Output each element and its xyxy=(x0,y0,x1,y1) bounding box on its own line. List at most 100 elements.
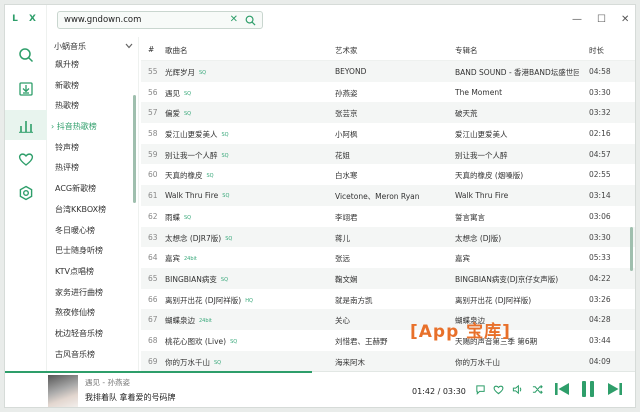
category-scrollbar[interactable] xyxy=(133,95,136,203)
playback-progress[interactable] xyxy=(5,371,313,373)
song-artist: 张远 xyxy=(335,253,447,264)
next-button[interactable] xyxy=(607,382,623,398)
song-number-text: 66 xyxy=(148,294,158,304)
song-duration-text: 03:26 xyxy=(589,294,611,304)
table-row[interactable]: 65 BINGBIAN病变 SQ 鞠文娴 BINGBIAN病变(DJ京仔女声版) 04:2… xyxy=(141,267,635,289)
song-artist: 白水寒 xyxy=(335,170,447,181)
table-row[interactable]: 69 你的万水千山 SQ 海来阿木 你的万水千山 04:09 xyxy=(141,350,635,371)
previous-button[interactable] xyxy=(554,382,570,398)
song-title: 离别开出花 (DJ阿祥版) HQ xyxy=(165,295,325,306)
song-duration: 03:32 xyxy=(589,108,611,117)
song-duration: 03:26 xyxy=(589,295,611,304)
category-item[interactable]: 巴士随身听榜 xyxy=(47,241,138,262)
song-album: 嘉宾 xyxy=(455,253,579,264)
col-time[interactable]: 时长 xyxy=(589,45,604,56)
song-duration: 03:30 xyxy=(589,233,611,242)
category-label: 飙升榜 xyxy=(55,60,79,69)
maximize-icon[interactable]: ☐ xyxy=(597,14,606,25)
song-title: 蝴蝶泉边 24bit xyxy=(165,315,325,326)
favorite-button[interactable] xyxy=(493,384,504,397)
song-number: 64 xyxy=(148,253,158,262)
category-item[interactable]: 古风音乐榜 xyxy=(47,345,138,366)
table-row[interactable]: 58 爱江山更爱美人 SQ 小阿枫 爱江山更爱美人 02:16 xyxy=(141,123,635,144)
song-title-text: Walk Thru Fire xyxy=(165,191,219,201)
nav-leaderboard[interactable] xyxy=(5,110,47,140)
pause-button[interactable] xyxy=(581,380,595,400)
table-scrollbar[interactable] xyxy=(630,227,633,271)
category-item[interactable]: 铃声榜 xyxy=(47,138,138,159)
album-cover[interactable] xyxy=(48,375,78,407)
table-row[interactable]: 63 太想念 (DJR7版) SQ 蒋儿 太想念 (DJ版) 03:30 xyxy=(141,226,635,248)
category-list: 飙升榜新歌榜 热歌榜 › 抖音热歌榜 铃声榜 热评榜 ACG新歌榜 台湾KKBOX榜 冬日暖心… xyxy=(47,55,138,365)
category-item[interactable]: 新歌榜 xyxy=(47,76,138,97)
col-no[interactable]: # xyxy=(148,45,154,54)
song-title: Walk Thru Fire SQ xyxy=(165,191,325,200)
song-number: 56 xyxy=(148,88,158,97)
shuffle-button[interactable] xyxy=(532,384,543,397)
table-row[interactable]: 62 雨蝶 SQ 李翊君 誓言寓言 03:06 xyxy=(141,206,635,227)
table-row[interactable]: 67 蝴蝶泉边 24bit 关心 蝴蝶泉边 04:28 xyxy=(141,309,635,330)
song-album-text: 天真的橡皮 (烟嗓版) xyxy=(455,171,524,181)
close-icon[interactable]: ✕ xyxy=(621,14,629,25)
table-row[interactable]: 57 偏爱 SQ 张芸京 破天荒 03:32 xyxy=(141,102,635,124)
table-row[interactable]: 66 离别开出花 (DJ阿祥版) HQ 就是南方凯 离别开出花 (DJ阿祥版) 03:26 xyxy=(141,289,635,310)
category-item[interactable]: 枕边轻音乐榜 xyxy=(47,324,138,345)
nav-settings[interactable] xyxy=(14,181,38,205)
category-item[interactable]: 熬夜修仙榜 xyxy=(47,303,138,324)
song-duration-text: 04:28 xyxy=(589,315,611,325)
table-row[interactable]: 68 桃花心图欢 (Live) SQ 刘惜君、王赫野 天赐的声音第三季 第6期 03:44 xyxy=(141,330,635,351)
song-duration: 04:09 xyxy=(589,357,611,366)
quality-badge: SQ xyxy=(221,152,229,159)
song-album-text: 太想念 (DJ版) xyxy=(455,233,502,243)
quality-badge: SQ xyxy=(184,90,192,97)
nav-download[interactable] xyxy=(14,77,38,101)
clear-icon[interactable]: ✕ xyxy=(230,14,238,25)
song-title-text: 天真的橡皮 xyxy=(165,171,203,181)
category-item[interactable]: KTV点唱榜 xyxy=(47,262,138,283)
left-rail: L X xyxy=(5,5,47,371)
category-item[interactable]: › 抖音热歌榜 xyxy=(47,117,138,138)
volume-button[interactable] xyxy=(512,384,523,397)
category-item[interactable]: 家务进行曲榜 xyxy=(47,283,138,304)
song-title-text: 遇见 xyxy=(165,88,180,98)
nav-search[interactable] xyxy=(14,43,38,67)
song-title: 遇见 SQ xyxy=(165,88,325,99)
song-artist-text: 刘惜君、王赫野 xyxy=(335,336,388,346)
table-row[interactable]: 59 别让我一个人醉 SQ 花姐 别让我一个人醉 04:57 xyxy=(141,143,635,165)
category-label: 枕边轻音乐榜 xyxy=(55,328,103,338)
category-item[interactable]: ACG新歌榜 xyxy=(47,179,138,200)
song-album-text: 别让我一个人醉 xyxy=(455,150,508,160)
song-album-text: 破天荒 xyxy=(455,109,478,119)
song-duration-text: 03:44 xyxy=(589,335,611,345)
search-submit-button[interactable] xyxy=(245,15,256,28)
next-icon xyxy=(608,383,622,395)
category-item[interactable]: 热评榜 xyxy=(47,158,138,179)
col-title[interactable]: 歌曲名 xyxy=(165,45,188,56)
table-row[interactable]: 61 Walk Thru Fire SQ Vicetone、Meron Ryan Wal… xyxy=(141,185,635,206)
quality-badge: SQ xyxy=(222,193,230,200)
search-input[interactable]: www.gndown.com xyxy=(64,15,141,25)
source-select[interactable]: 小蜗音乐 xyxy=(47,37,138,55)
col-artist[interactable]: 艺术家 xyxy=(335,45,358,56)
comment-button[interactable] xyxy=(475,384,486,397)
playback-time: 01:42 / 03:30 xyxy=(412,387,466,396)
category-item[interactable]: 台湾KKBOX榜 xyxy=(47,200,138,221)
table-row[interactable]: 56 遇见 SQ 孙燕姿 The Moment 03:30 xyxy=(141,82,635,103)
table-row[interactable]: 55 光辉岁月 SQ BEYOND BAND SOUND - 香港BAND坛盛世回...… xyxy=(141,61,635,82)
song-title-text: 偏爱 xyxy=(165,109,180,119)
song-number: 62 xyxy=(148,212,158,221)
col-album[interactable]: 专辑名 xyxy=(455,45,478,56)
table-row[interactable]: 64 嘉宾 24bit 张远 嘉宾 05:33 xyxy=(141,247,635,268)
category-item[interactable]: 热歌榜 xyxy=(47,96,138,117)
song-album: 太想念 (DJ版) xyxy=(455,233,579,244)
heart-icon xyxy=(18,153,34,166)
category-item[interactable]: 飙升榜 xyxy=(47,55,138,76)
table-row[interactable]: 60 天真的橡皮 SQ 白水寒 天真的橡皮 (烟嗓版) 02:55 xyxy=(141,164,635,185)
song-title-text: 雨蝶 xyxy=(165,212,180,222)
minimize-icon[interactable]: — xyxy=(572,14,582,25)
song-title: 雨蝶 SQ xyxy=(165,212,325,223)
category-item[interactable]: 冬日暖心榜 xyxy=(47,221,138,242)
song-title: 嘉宾 24bit xyxy=(165,253,325,264)
search-box[interactable]: www.gndown.com ✕ xyxy=(57,11,263,29)
nav-favorites[interactable] xyxy=(14,147,38,171)
